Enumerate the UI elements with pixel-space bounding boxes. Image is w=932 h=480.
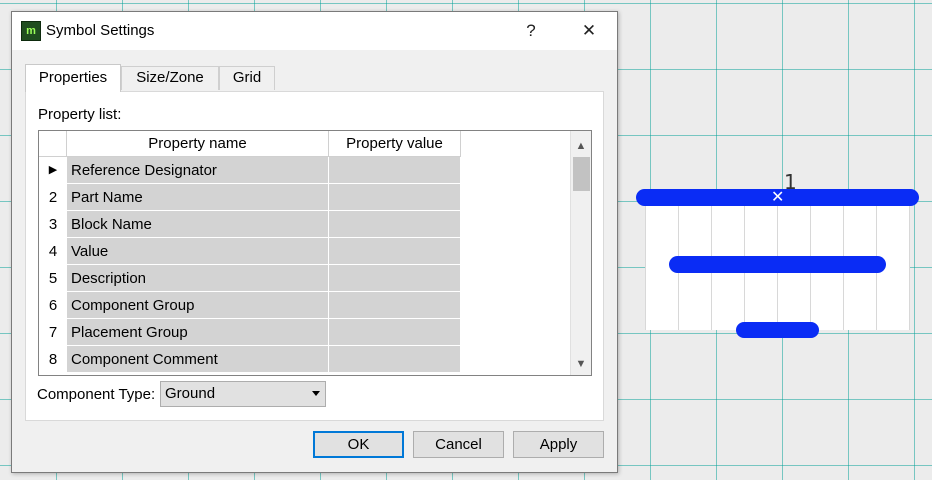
- property-name-cell[interactable]: Reference Designator: [67, 157, 329, 184]
- property-value-cell[interactable]: [329, 265, 461, 292]
- property-value-cell[interactable]: [329, 184, 461, 211]
- tab-grid[interactable]: Grid: [219, 66, 275, 90]
- property-value-cell[interactable]: [329, 292, 461, 319]
- property-value-cell[interactable]: [329, 238, 461, 265]
- scroll-up-icon[interactable]: ▲: [571, 137, 591, 155]
- dropdown-caret-icon: [312, 391, 320, 396]
- row-index: 3: [39, 211, 67, 238]
- row-index: 6: [39, 292, 67, 319]
- pin-number-label: 1: [784, 170, 797, 194]
- row-index: 7: [39, 319, 67, 346]
- component-type-value: Ground: [165, 385, 216, 402]
- cancel-button[interactable]: Cancel: [413, 431, 504, 458]
- close-button[interactable]: ✕: [567, 16, 611, 46]
- column-header-property-name[interactable]: Property name: [67, 131, 329, 157]
- row-index: 8: [39, 346, 67, 373]
- vertical-scrollbar[interactable]: ▲ ▼: [570, 131, 591, 375]
- property-name-cell[interactable]: Component Comment: [67, 346, 329, 373]
- property-name-cell[interactable]: Description: [67, 265, 329, 292]
- column-header-property-value[interactable]: Property value: [329, 131, 461, 157]
- property-value-cell[interactable]: [329, 157, 461, 184]
- property-value-cell[interactable]: [329, 319, 461, 346]
- property-name-cell[interactable]: Placement Group: [67, 319, 329, 346]
- property-value-cell[interactable]: [329, 211, 461, 238]
- apply-button[interactable]: Apply: [513, 431, 604, 458]
- grid-header-corner: [39, 131, 67, 157]
- property-value-cell[interactable]: [329, 346, 461, 373]
- properties-tab-panel: Property list: Property name Property va…: [25, 91, 604, 421]
- ok-button[interactable]: OK: [313, 431, 404, 458]
- component-type-label: Component Type:: [37, 386, 156, 403]
- scrollbar-thumb[interactable]: [573, 157, 590, 191]
- row-index: 2: [39, 184, 67, 211]
- property-name-cell[interactable]: Block Name: [67, 211, 329, 238]
- title-bar[interactable]: m Symbol Settings ? ✕: [12, 12, 617, 50]
- row-current-indicator: ▶: [39, 157, 67, 184]
- scroll-down-icon[interactable]: ▼: [571, 355, 591, 373]
- property-name-cell[interactable]: Component Group: [67, 292, 329, 319]
- pin-origin-marker-icon: ✕: [771, 189, 785, 206]
- property-name-cell[interactable]: Part Name: [67, 184, 329, 211]
- property-list-label: Property list:: [38, 106, 122, 123]
- property-grid[interactable]: Property name Property value ▶ Reference…: [38, 130, 592, 376]
- symbol-settings-dialog: m Symbol Settings ? ✕ Properties Size/Zo…: [11, 11, 618, 473]
- help-button[interactable]: ?: [509, 16, 553, 46]
- row-index: 5: [39, 265, 67, 292]
- ground-symbol-bar-bottom[interactable]: [736, 322, 819, 338]
- tab-size-zone[interactable]: Size/Zone: [121, 66, 219, 90]
- dialog-title: Symbol Settings: [46, 22, 155, 39]
- app-icon: m: [21, 21, 41, 41]
- tab-properties[interactable]: Properties: [25, 64, 121, 92]
- component-type-select[interactable]: Ground: [160, 381, 326, 407]
- row-index: 4: [39, 238, 67, 265]
- ground-symbol-bar-middle[interactable]: [669, 256, 886, 273]
- property-name-cell[interactable]: Value: [67, 238, 329, 265]
